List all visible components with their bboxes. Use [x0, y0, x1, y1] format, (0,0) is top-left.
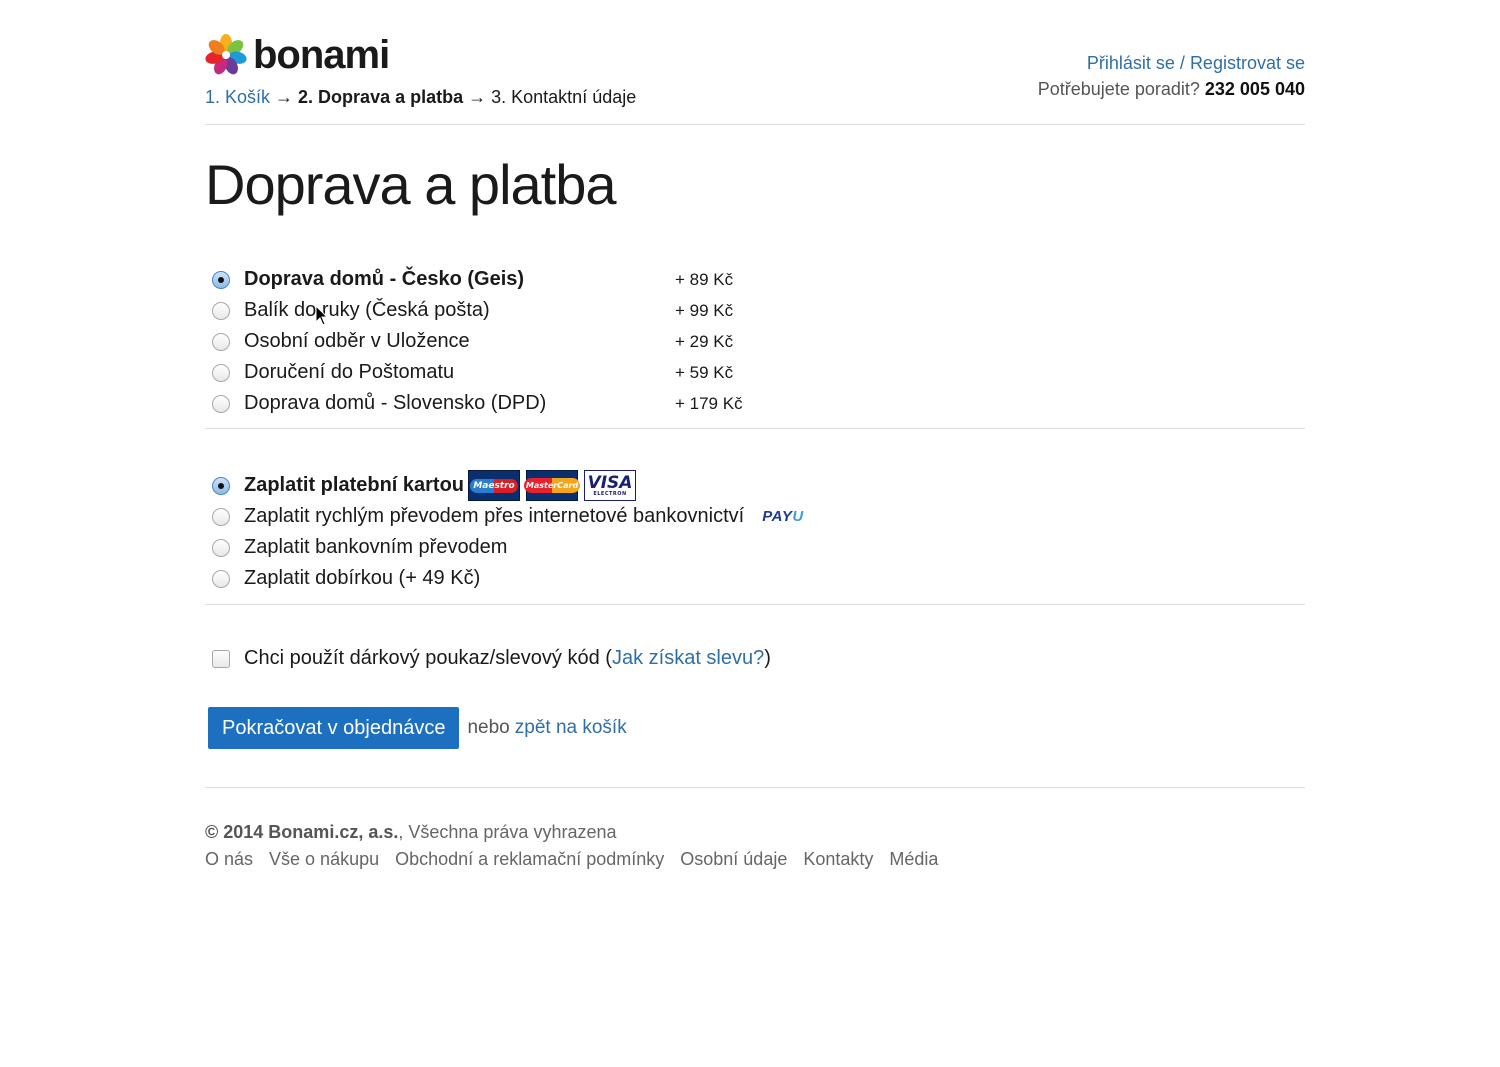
footer-link-shopping-info[interactable]: Vše o nákupu — [269, 849, 379, 870]
payment-option[interactable]: Zaplatit bankovním převodem — [205, 532, 1305, 563]
how-to-get-discount-link[interactable]: Jak získat slevu? — [612, 647, 764, 670]
footer-link-about[interactable]: O nás — [205, 849, 253, 870]
payu-logo-icon: PAYU — [762, 508, 803, 525]
mastercard-logo-text: MasterCard — [523, 478, 581, 493]
payment-label: Zaplatit platební kartou — [244, 474, 465, 496]
step-contact-details: 3. Kontaktní údaje — [491, 87, 637, 107]
back-to-cart-link[interactable]: zpět na košík — [515, 717, 627, 739]
shipping-label: Balík do ruky (Česká pošta) — [244, 299, 490, 321]
copyright-rights: , Všechna práva vyhrazena — [398, 822, 617, 842]
visa-logo-text: VISA — [587, 472, 633, 493]
payment-radio[interactable] — [212, 507, 230, 526]
shipping-label: Osobní odběr v Uložence — [244, 330, 470, 352]
footer-link-media[interactable]: Média — [889, 849, 938, 870]
shipping-radio[interactable] — [212, 301, 230, 320]
payment-option[interactable]: Zaplatit dobírkou (+ 49 Kč) — [205, 563, 1305, 594]
step-cart-link[interactable]: 1. Košík — [205, 87, 270, 107]
logo-text: bonami — [253, 33, 390, 77]
payment-label: Zaplatit dobírkou (+ 49 Kč) — [244, 567, 481, 589]
voucher-option[interactable]: Chci použít dárkový poukaz/slevový kód (… — [205, 647, 771, 670]
footer-link-privacy[interactable]: Osobní údaje — [680, 849, 787, 870]
shipping-label: Doprava domů - Slovensko (DPD) — [244, 392, 547, 414]
shipping-price: + 29 Kč — [675, 331, 734, 351]
shipping-radio[interactable] — [212, 270, 230, 289]
maestro-logo-icon: Maestro — [468, 470, 521, 501]
shipping-price: + 59 Kč — [675, 362, 734, 382]
shipping-price: + 99 Kč — [675, 300, 734, 320]
continue-order-button[interactable]: Pokračovat v objednávce — [208, 707, 460, 749]
payment-radio[interactable] — [212, 569, 230, 588]
auth-links: Přihlásit se / Registrovat se — [1038, 52, 1305, 74]
payment-option[interactable]: Zaplatit rychlým převodem přes interneto… — [205, 501, 1305, 532]
register-link[interactable]: Registrovat se — [1190, 53, 1305, 73]
shipping-option[interactable]: Osobní odběr v Uložence + 29 Kč — [205, 326, 1305, 357]
card-logos: Maestro MasterCard VISA ELECTRON — [468, 470, 642, 501]
checkout-steps: 1. Košík → 2. Doprava a platba → 3. Kont… — [205, 87, 636, 108]
footer-link-terms[interactable]: Obchodní a reklamační podmínky — [395, 849, 664, 870]
checkout-actions: Pokračovat v objednávce nebo zpět na koš… — [208, 707, 627, 749]
payment-label: Zaplatit rychlým převodem přes interneto… — [244, 505, 745, 527]
mouse-cursor-icon — [315, 305, 329, 326]
shipping-radio[interactable] — [212, 332, 230, 351]
shipping-option[interactable]: Doprava domů - Česko (Geis) + 89 Kč — [205, 264, 1305, 295]
payment-radio[interactable] — [212, 476, 230, 495]
step-shipping-payment: 2. Doprava a platba — [298, 87, 464, 107]
footer: © 2014 Bonami.cz, a.s., Všechna práva vy… — [205, 787, 1305, 870]
shipping-option[interactable]: Doprava domů - Slovensko (DPD) + 179 Kč — [205, 388, 1305, 419]
page: bonami 1. Košík → 2. Doprava a platba → … — [205, 0, 1305, 869]
header: bonami 1. Košík → 2. Doprava a platba → … — [205, 0, 1305, 125]
visa-electron-text: ELECTRON — [593, 490, 627, 497]
maestro-logo-text: Maestro — [470, 478, 518, 493]
payu-logo-text-u: U — [792, 508, 804, 525]
shipping-radio[interactable] — [212, 363, 230, 382]
footer-links: O nás Vše o nákupu Obchodní a reklamační… — [205, 849, 1305, 870]
shipping-options: Doprava domů - Česko (Geis) + 89 Kč Balí… — [205, 264, 1305, 429]
payment-radio[interactable] — [212, 538, 230, 557]
shipping-label: Doprava domů - Česko (Geis) — [244, 268, 525, 290]
visa-electron-logo-icon: VISA ELECTRON — [584, 470, 637, 501]
voucher-checkbox[interactable] — [212, 649, 230, 668]
shipping-option[interactable]: Doručení do Poštomatu + 59 Kč — [205, 357, 1305, 388]
payment-option[interactable]: Zaplatit platební kartou Maestro MasterC… — [205, 470, 1305, 501]
step-arrow: → — [463, 87, 492, 107]
copyright: © 2014 Bonami.cz, a.s., Všechna práva vy… — [205, 822, 1305, 843]
logo[interactable]: bonami — [205, 33, 390, 77]
shipping-price: + 89 Kč — [675, 269, 734, 289]
step-arrow: → — [270, 87, 299, 107]
bonami-flower-logo-icon — [205, 34, 247, 75]
shipping-option[interactable]: Balík do ruky (Česká pošta) + 99 Kč — [205, 295, 1305, 326]
help-phone: 232 005 040 — [1204, 79, 1305, 99]
shipping-radio[interactable] — [212, 394, 230, 413]
auth-separator: / — [1174, 53, 1190, 73]
copyright-company: © 2014 Bonami.cz, a.s. — [205, 822, 399, 842]
page-title: Doprava a platba — [205, 153, 617, 216]
payment-label: Zaplatit bankovním převodem — [244, 536, 508, 558]
payment-options: Zaplatit platební kartou Maestro MasterC… — [205, 470, 1305, 605]
help-text: Potřebujete poradit? — [1037, 79, 1205, 99]
shipping-label: Doručení do Poštomatu — [244, 361, 455, 383]
shipping-price: + 179 Kč — [675, 393, 743, 413]
header-account: Přihlásit se / Registrovat se Potřebujet… — [1038, 52, 1305, 100]
or-text: nebo — [467, 717, 510, 738]
voucher-label: Chci použít dárkový poukaz/slevový kód ( — [244, 647, 612, 669]
mastercard-logo-icon: MasterCard — [523, 470, 581, 501]
footer-link-contacts[interactable]: Kontakty — [803, 849, 873, 870]
login-link[interactable]: Přihlásit se — [1087, 53, 1175, 73]
payu-logo-text: PAY — [762, 508, 793, 525]
voucher-label-close: ) — [764, 647, 771, 669]
help-line: Potřebujete poradit? 232 005 040 — [1038, 79, 1305, 100]
